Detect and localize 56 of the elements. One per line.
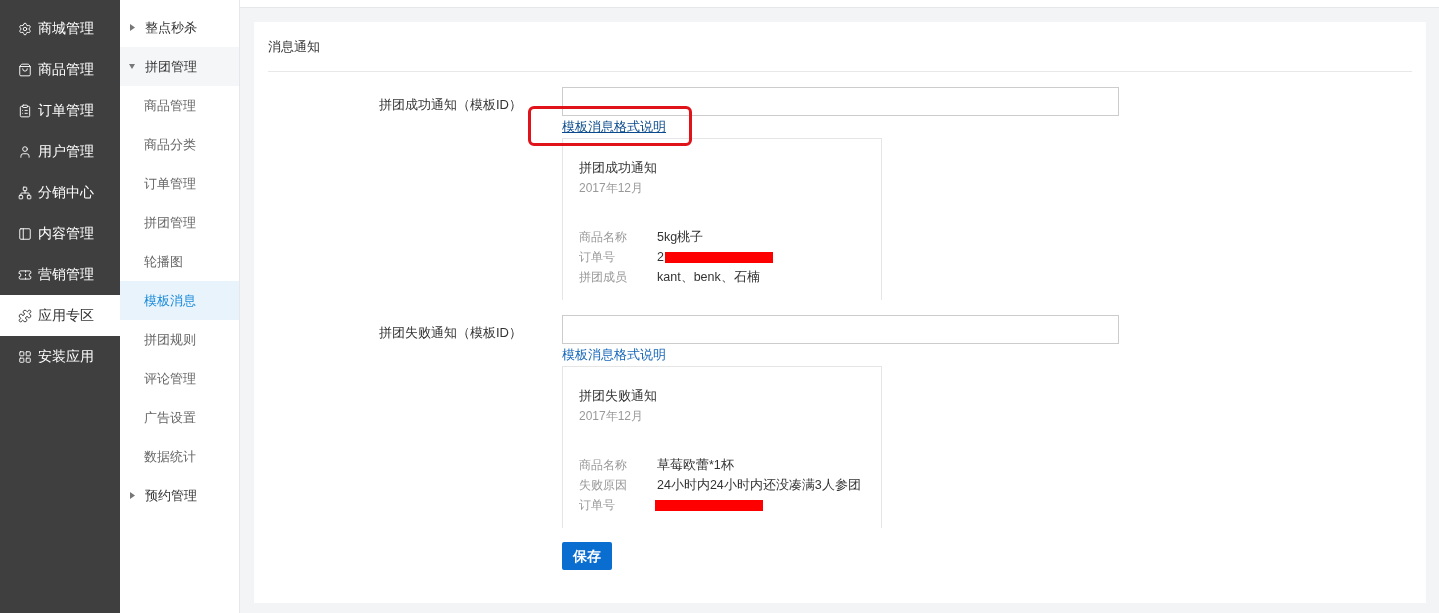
menu-group[interactable]: 拼团管理 bbox=[120, 47, 239, 86]
field-label: 拼团成功通知（模板ID） bbox=[379, 97, 522, 112]
ticket-icon bbox=[18, 267, 32, 282]
menu-item[interactable]: 拼团规则 bbox=[120, 320, 239, 359]
preview-title: 拼团成功通知 bbox=[579, 159, 658, 177]
menu-group[interactable]: 整点秒杀 bbox=[120, 8, 239, 47]
nav-item[interactable]: 营销管理 bbox=[0, 254, 120, 295]
nav-item[interactable]: 订单管理 bbox=[0, 90, 120, 131]
row-value: 5kg桃子 bbox=[657, 228, 704, 246]
network-icon bbox=[18, 185, 32, 200]
menu-item[interactable]: 商品分类 bbox=[120, 125, 239, 164]
format-link[interactable]: 模板消息格式说明 bbox=[562, 117, 666, 137]
nav-item[interactable]: 商城管理 bbox=[0, 8, 120, 49]
panel-icon bbox=[18, 226, 32, 241]
menu-item[interactable]: 订单管理 bbox=[120, 164, 239, 203]
caret-icon bbox=[129, 63, 135, 70]
row-value: kant、benk、石楠 bbox=[657, 268, 760, 286]
row-label: 商品名称 bbox=[579, 457, 628, 474]
nav-item[interactable]: 安装应用 bbox=[0, 336, 120, 377]
field-label: 拼团失败通知（模板ID） bbox=[379, 325, 522, 340]
nav-item[interactable]: 分销中心 bbox=[0, 172, 120, 213]
user-icon bbox=[18, 144, 32, 159]
caret-icon bbox=[129, 24, 135, 31]
row-label: 订单号 bbox=[579, 497, 616, 514]
menu-item[interactable]: 数据统计 bbox=[120, 437, 239, 476]
row-value: 24小时内24小时内还没凑满3人参团 bbox=[657, 476, 861, 494]
settings-icon bbox=[18, 21, 32, 36]
preview-date: 2017年12月 bbox=[579, 180, 645, 197]
row-label: 失败原因 bbox=[579, 477, 628, 494]
menu-item[interactable]: 评论管理 bbox=[120, 359, 239, 398]
menu-item[interactable]: 拼团管理 bbox=[120, 203, 239, 242]
input-field[interactable] bbox=[562, 87, 1119, 116]
format-link[interactable]: 模板消息格式说明 bbox=[562, 345, 666, 365]
nav-item[interactable]: 用户管理 bbox=[0, 131, 120, 172]
row-label: 拼团成员 bbox=[579, 269, 628, 286]
row-label: 订单号 bbox=[579, 249, 616, 266]
row-value: 2 bbox=[657, 248, 664, 266]
preview-date: 2017年12月 bbox=[579, 408, 645, 425]
panel-title: 消息通知 bbox=[268, 37, 320, 56]
row-label: 商品名称 bbox=[579, 229, 628, 246]
nav-item[interactable]: 商品管理 bbox=[0, 49, 120, 90]
menu-group[interactable]: 预约管理 bbox=[120, 476, 239, 515]
menu-item[interactable]: 轮播图 bbox=[120, 242, 239, 281]
grid-icon bbox=[18, 349, 32, 364]
menu-item[interactable]: 商品管理 bbox=[120, 86, 239, 125]
caret-icon bbox=[129, 492, 135, 499]
nav-item[interactable]: 内容管理 bbox=[0, 213, 120, 254]
row-value: 草莓欧蕾*1杯 bbox=[657, 456, 734, 474]
bag-icon bbox=[18, 62, 32, 77]
preview-title: 拼团失败通知 bbox=[579, 387, 658, 405]
menu-item[interactable]: 广告设置 bbox=[120, 398, 239, 437]
save-button[interactable]: 保存 bbox=[562, 542, 612, 570]
nav-item[interactable]: 应用专区 bbox=[0, 295, 120, 336]
clipboard-icon bbox=[18, 103, 32, 118]
puzzle-icon bbox=[18, 308, 32, 323]
input-field[interactable] bbox=[562, 315, 1119, 344]
